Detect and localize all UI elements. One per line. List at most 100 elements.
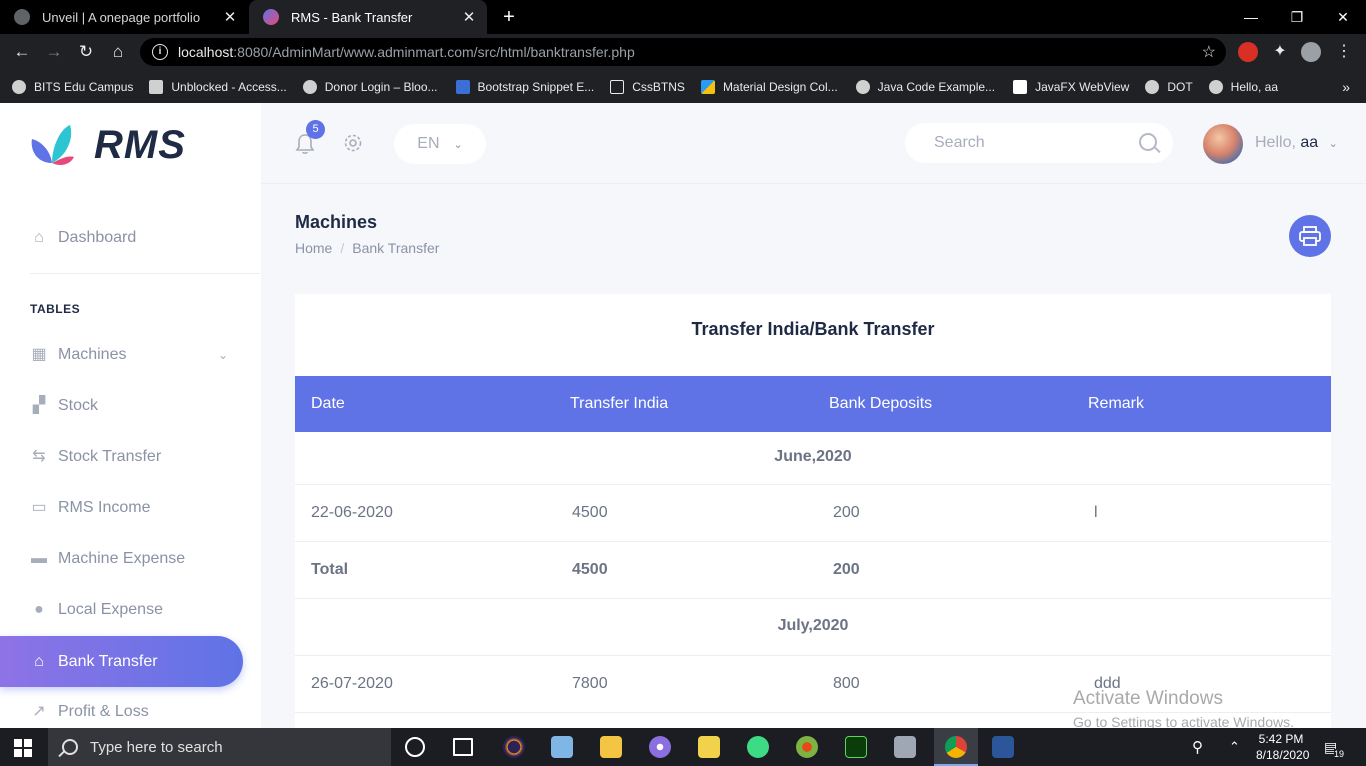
bank-icon: ⌂: [34, 652, 44, 670]
fd-icon: [610, 79, 625, 94]
bookmarks-bar: BITS Edu Campus Unblocked - Access... Do…: [0, 70, 1366, 103]
taskbar-search-placeholder: Type here to search: [90, 738, 223, 756]
breadcrumb-home-link[interactable]: Home: [295, 240, 332, 256]
reload-icon[interactable]: ↻: [75, 41, 97, 63]
close-tab-icon[interactable]: ✕: [459, 8, 479, 26]
sidebar-item-label: Bank Transfer: [58, 652, 158, 670]
profile-icon[interactable]: [1301, 42, 1321, 62]
bookmark-item[interactable]: Unblocked - Access...: [149, 79, 287, 94]
file-explorer-icon[interactable]: [600, 736, 622, 758]
bookmark-item[interactable]: JavaFX WebView: [1013, 79, 1129, 94]
search-icon[interactable]: [1139, 133, 1157, 151]
material-icon: [700, 79, 715, 94]
bookmark-item[interactable]: Donor Login – Bloo...: [302, 79, 438, 94]
sidebar-item-bank-transfer[interactable]: ⌂ Bank Transfer: [0, 636, 243, 687]
sidebar-item-label: Stock: [58, 397, 99, 414]
app-logo[interactable]: RMS: [30, 121, 186, 169]
cell-total-label: Total: [311, 561, 349, 578]
system-clock[interactable]: 5:42 PM 8/18/2020: [1256, 731, 1309, 763]
new-tab-button[interactable]: +: [498, 6, 520, 28]
globe-icon: [12, 79, 26, 94]
app-icon[interactable]: [796, 736, 818, 758]
watermark-subtitle: Go to Settings to activate Windows.: [1073, 714, 1294, 728]
bookmarks-overflow-icon[interactable]: »: [1342, 79, 1350, 95]
user-menu[interactable]: Hello, aa ⌄: [1255, 134, 1338, 152]
page-title: Machines: [295, 212, 378, 232]
browser-tab-unveil[interactable]: Unveil | A onepage portfolio ✕: [0, 0, 248, 34]
bookmark-item[interactable]: Bootstrap Snippet E...: [455, 79, 594, 94]
bookmark-item[interactable]: DOT: [1145, 79, 1193, 94]
sidebar-item-stock-transfer[interactable]: ⇆ Stock Transfer: [30, 442, 161, 472]
group-label: July,2020: [777, 617, 849, 634]
butterfly-logo-icon: [30, 123, 76, 167]
site-info-icon[interactable]: i: [152, 44, 168, 60]
url-path: :8080/AdminMart/www.adminmart.com/src/ht…: [233, 44, 635, 60]
browser-tab-rms[interactable]: RMS - Bank Transfer ✕: [249, 0, 487, 34]
user-icon: ●: [34, 601, 44, 618]
chevron-up-icon[interactable]: ⌃: [1229, 728, 1240, 766]
windows-start-icon[interactable]: [14, 739, 32, 757]
android-studio-icon[interactable]: [747, 736, 769, 758]
j-icon: [1013, 79, 1028, 94]
window-close-button[interactable]: ✕: [1320, 0, 1366, 34]
sidebar-item-label: Machine Expense: [58, 550, 186, 567]
chrome-taskbar-button[interactable]: [934, 728, 978, 766]
extensions-puzzle-icon[interactable]: ✦: [1270, 42, 1290, 62]
sidebar-section-caption: TABLES: [30, 302, 81, 316]
bookmark-item[interactable]: Java Code Example...: [855, 79, 995, 94]
app-icon[interactable]: [894, 736, 916, 758]
column-header-bank-deposits: Bank Deposits: [829, 395, 933, 412]
cell-date: 26-07-2020: [311, 675, 393, 692]
column-header-remark: Remark: [1088, 395, 1145, 412]
language-selector[interactable]: EN ⌄: [394, 124, 486, 164]
search-input[interactable]: [934, 134, 1124, 152]
close-tab-icon[interactable]: ✕: [220, 8, 240, 26]
sidebar-item-local-expense[interactable]: ● Local Expense: [30, 595, 163, 625]
avatar[interactable]: [1203, 124, 1243, 164]
sidebar-divider: [30, 273, 260, 274]
sidebar-item-profit-loss[interactable]: ↗ Profit & Loss: [30, 697, 148, 727]
sidebar-item-rms-income[interactable]: ▭ RMS Income: [30, 493, 150, 523]
gear-icon[interactable]: [343, 133, 363, 159]
group-label: June,2020: [774, 448, 852, 465]
taskbar-search-box[interactable]: Type here to search: [48, 728, 391, 766]
cell-transfer-india: 4500: [572, 504, 608, 521]
home-icon[interactable]: ⌂: [107, 41, 129, 63]
card-title: Transfer India/Bank Transfer: [691, 319, 935, 339]
task-view-icon[interactable]: [453, 738, 473, 756]
language-value: EN: [417, 135, 440, 152]
app-icon[interactable]: [649, 736, 671, 758]
action-center-icon[interactable]: ▤: [1324, 728, 1337, 766]
extension-shield-icon[interactable]: [1238, 42, 1258, 62]
bookmark-item[interactable]: BITS Edu Campus: [12, 79, 133, 94]
bookmark-item[interactable]: CssBTNS: [610, 79, 685, 94]
bookmark-item[interactable]: Hello, aa: [1208, 79, 1278, 94]
bookmark-item[interactable]: Material Design Col...: [700, 79, 838, 94]
minimize-button[interactable]: —: [1228, 0, 1274, 34]
sidebar-item-stock[interactable]: ▞ Stock: [30, 391, 98, 421]
print-button[interactable]: [1289, 215, 1331, 257]
forward-arrow-icon[interactable]: →: [43, 41, 65, 63]
address-bar[interactable]: i localhost :8080/AdminMart/www.adminmar…: [140, 38, 1226, 66]
app-icon[interactable]: [698, 736, 720, 758]
app-icon[interactable]: [551, 736, 573, 758]
printer-icon: [1299, 226, 1321, 246]
people-icon[interactable]: ⚲: [1192, 728, 1203, 766]
restore-button[interactable]: ❐: [1274, 0, 1320, 34]
sidebar-item-machines[interactable]: ▦ Machines ⌄: [30, 340, 230, 370]
sidebar-item-label: Stock Transfer: [58, 448, 162, 465]
sidebar-item-label: Machines: [58, 346, 127, 363]
search-box: [905, 123, 1173, 163]
dreamweaver-icon[interactable]: [845, 736, 867, 758]
cortana-icon[interactable]: [405, 737, 425, 757]
browser-menu-icon[interactable]: ⋮: [1334, 42, 1354, 62]
back-arrow-icon[interactable]: ←: [11, 41, 33, 63]
watermark-title: Activate Windows: [1073, 688, 1223, 709]
chrome-icon: [945, 736, 967, 758]
word-icon[interactable]: [992, 736, 1014, 758]
eclipse-icon[interactable]: [503, 736, 525, 758]
windows-taskbar: Type here to search ⚲ ⌃ 5:42 PM 8/18/202…: [0, 728, 1366, 766]
bookmark-star-icon[interactable]: ☆: [1202, 42, 1216, 62]
sidebar-item-machine-expense[interactable]: ▬ Machine Expense: [30, 544, 185, 574]
sidebar-item-dashboard[interactable]: ⌂ Dashboard: [30, 223, 136, 253]
